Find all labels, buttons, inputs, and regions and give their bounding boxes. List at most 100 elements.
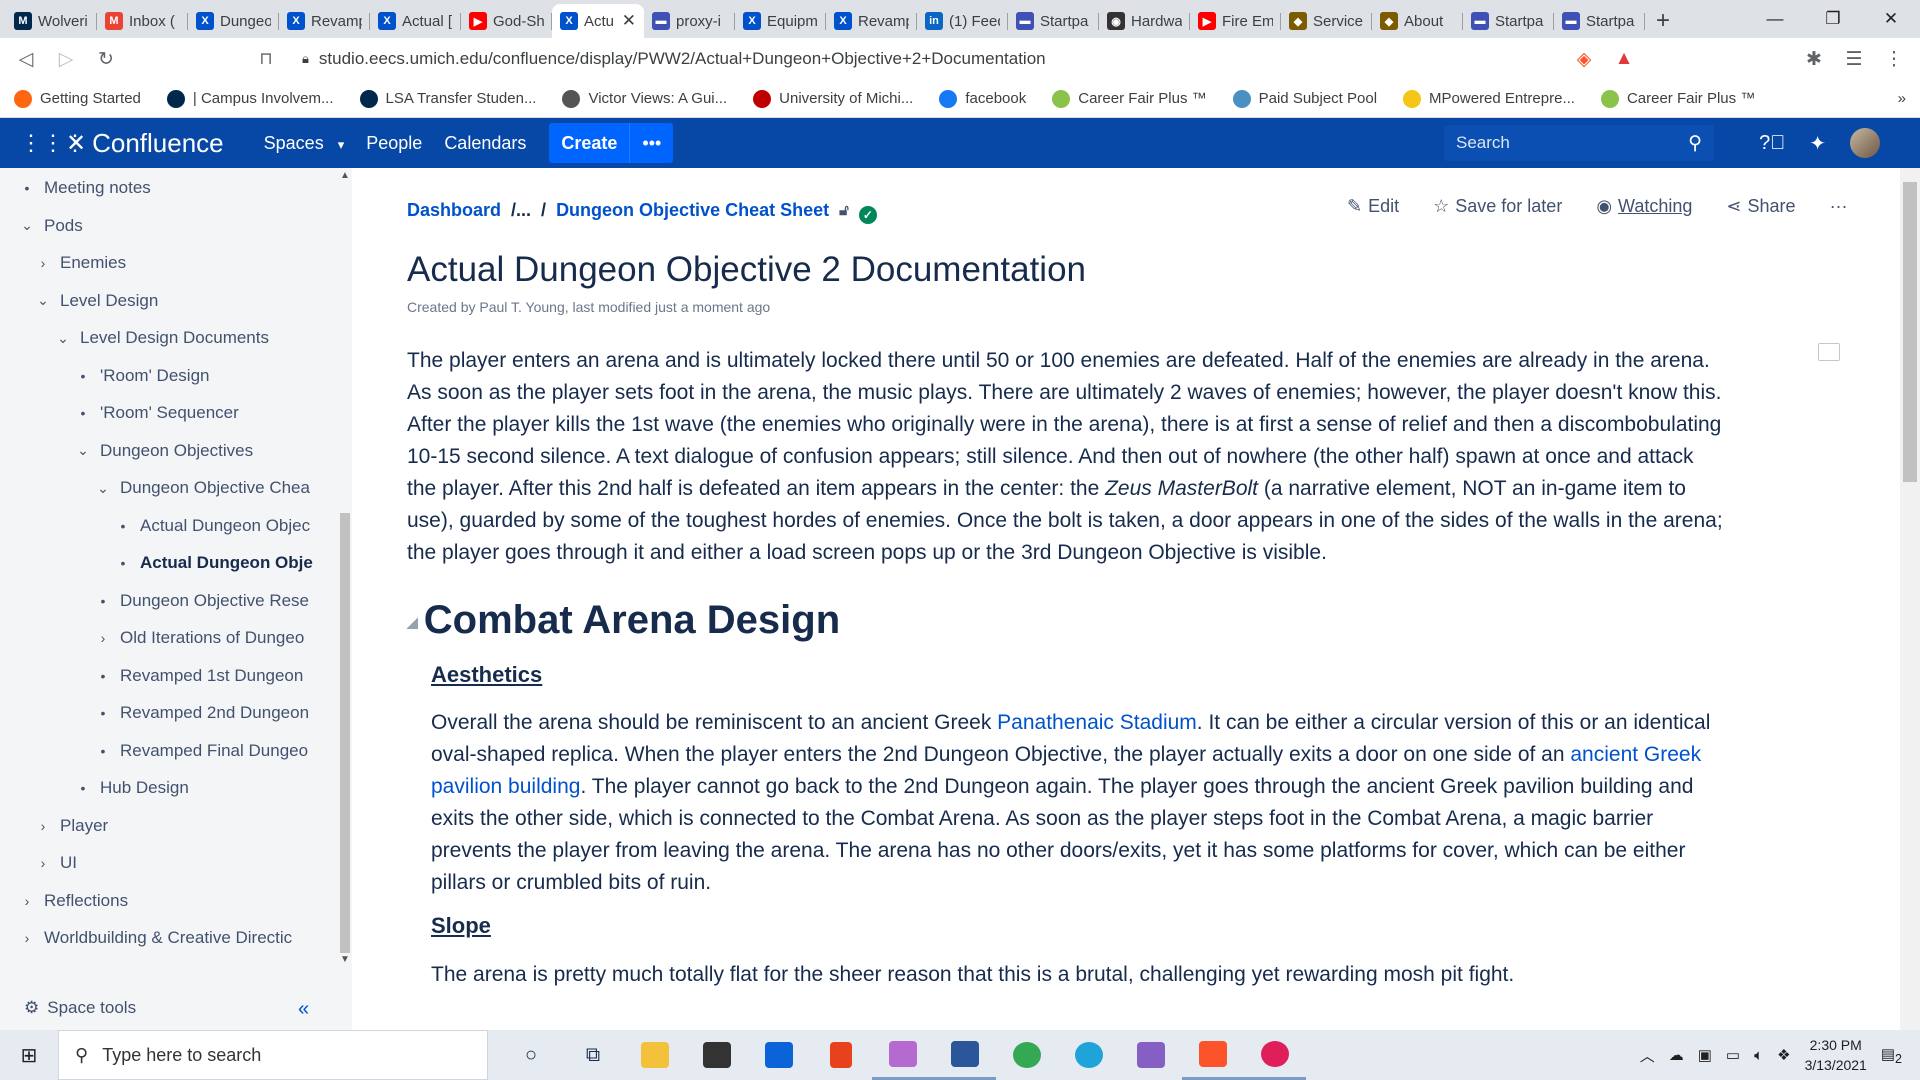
mail-icon[interactable] bbox=[748, 1030, 810, 1080]
chevron-down-icon[interactable]: ⌄ bbox=[18, 217, 36, 234]
create-button[interactable]: Create bbox=[549, 133, 629, 154]
chevron-right-icon[interactable]: › bbox=[18, 893, 36, 909]
notifications-icon[interactable]: ✦ bbox=[1809, 131, 1826, 156]
browser-tab[interactable]: X Equipm bbox=[735, 4, 826, 38]
more-actions-icon[interactable]: ··· bbox=[1830, 196, 1848, 217]
space-tools-button[interactable]: ⚙ Space tools bbox=[24, 998, 136, 1018]
sidebar-scroll-thumb[interactable] bbox=[340, 513, 350, 953]
store-icon[interactable] bbox=[686, 1030, 748, 1080]
breadcrumb-parent[interactable]: Dungeon Objective Cheat Sheet bbox=[556, 200, 829, 221]
help-icon[interactable]: ?⃝ bbox=[1759, 132, 1785, 155]
chevron-down-icon[interactable]: ⌄ bbox=[74, 442, 92, 459]
bookmark-icon[interactable]: ⊓ bbox=[250, 43, 282, 75]
nav-spaces[interactable]: Spaces ▾ bbox=[246, 127, 354, 160]
sidebar-item[interactable]: • Hub Design bbox=[74, 773, 317, 803]
sidebar-item[interactable]: › Reflections bbox=[18, 886, 317, 916]
sidebar-scrollbar[interactable]: ▲ ▼ bbox=[338, 168, 352, 968]
bookmark-item[interactable]: University of Michi... bbox=[753, 89, 913, 108]
bookmark-item[interactable]: Victor Views: A Gui... bbox=[562, 89, 727, 108]
sidebar-item[interactable]: • Meeting notes bbox=[18, 173, 317, 203]
browser-tab[interactable]: ▬ Startpa bbox=[1463, 4, 1554, 38]
share-button[interactable]: ⋖ Share bbox=[1726, 196, 1795, 217]
onedrive-icon[interactable]: ☁ bbox=[1669, 1046, 1684, 1064]
notifications-center-icon[interactable]: ▤2 bbox=[1881, 1045, 1902, 1066]
browser-tab[interactable]: ▬ Startpa bbox=[1008, 4, 1099, 38]
save-for-later-button[interactable]: ☆ Save for later bbox=[1433, 196, 1562, 217]
dropbox-icon[interactable]: ❖ bbox=[1777, 1046, 1790, 1064]
panathenaic-stadium-link[interactable]: Panathenaic Stadium bbox=[997, 711, 1197, 734]
show-hidden-icons-icon[interactable]: ︿ bbox=[1640, 1045, 1655, 1066]
browser-tab[interactable]: ▶ Fire Em bbox=[1190, 4, 1281, 38]
battery-icon[interactable]: ▭ bbox=[1726, 1046, 1740, 1064]
browser-tab[interactable]: X Actu ✕ bbox=[552, 4, 644, 38]
chevron-right-icon[interactable]: › bbox=[34, 255, 52, 271]
sidebar-item[interactable]: › UI bbox=[34, 848, 317, 878]
unlock-icon[interactable]: 🔓︎ bbox=[839, 202, 849, 219]
back-icon[interactable]: ◁ bbox=[10, 43, 42, 75]
sidebar-item[interactable]: • Revamped 2nd Dungeon bbox=[94, 698, 317, 728]
sidebar-item[interactable]: • Dungeon Objective Rese bbox=[94, 586, 317, 616]
chevron-right-icon[interactable]: › bbox=[94, 630, 112, 646]
search-input[interactable]: Search ⚲ bbox=[1444, 125, 1714, 161]
table-of-contents-icon[interactable] bbox=[1818, 343, 1840, 361]
brave-rewards-icon[interactable]: ▲ bbox=[1608, 43, 1640, 75]
browser-tab[interactable]: X Dungeo bbox=[188, 4, 279, 38]
sidebar-item[interactable]: › Worldbuilding & Creative Directic bbox=[18, 923, 317, 953]
sidebar-item[interactable]: ⌄ Level Design bbox=[34, 286, 317, 316]
visual-studio-icon[interactable] bbox=[1120, 1030, 1182, 1080]
cortana-icon[interactable]: ○ bbox=[500, 1030, 562, 1080]
bookmarks-overflow-icon[interactable]: » bbox=[1898, 90, 1906, 107]
browser-tab[interactable]: X Revamp bbox=[826, 4, 917, 38]
taskbar-search-input[interactable]: ⚲ Type here to search bbox=[58, 1030, 488, 1080]
sidebar-item[interactable]: • Actual Dungeon Obje bbox=[114, 548, 317, 578]
browser-tab[interactable]: ▬ Startpa bbox=[1554, 4, 1645, 38]
chevron-down-icon[interactable]: ⌄ bbox=[34, 292, 52, 309]
browser-tab[interactable]: ◆ Service bbox=[1281, 4, 1372, 38]
scroll-down-icon[interactable]: ▼ bbox=[340, 954, 350, 965]
bookmark-item[interactable]: LSA Transfer Studen... bbox=[359, 89, 536, 108]
sidebar-item[interactable]: • Revamped 1st Dungeon bbox=[94, 661, 317, 691]
windows-start-icon[interactable]: ⊞ bbox=[0, 1030, 58, 1080]
scroll-up-icon[interactable]: ▲ bbox=[340, 170, 350, 181]
breadcrumb-dashboard[interactable]: Dashboard bbox=[407, 200, 501, 221]
edge-icon[interactable] bbox=[1058, 1030, 1120, 1080]
chrome-icon[interactable] bbox=[996, 1030, 1058, 1080]
browser-tab[interactable]: in (1) Feed bbox=[917, 4, 1008, 38]
edit-button[interactable]: ✎ Edit bbox=[1347, 196, 1399, 217]
collapse-sidebar-icon[interactable]: « bbox=[298, 998, 309, 1021]
extensions-icon[interactable]: ✱ bbox=[1798, 43, 1830, 75]
bookmark-item[interactable]: facebook bbox=[939, 89, 1026, 108]
sidebar-item[interactable]: ⌄ Dungeon Objectives bbox=[74, 436, 317, 466]
menu-icon[interactable]: ⋮ bbox=[1878, 43, 1910, 75]
task-view-icon[interactable]: ⧉ bbox=[562, 1030, 624, 1080]
app-switcher-icon[interactable]: ⋮⋮⋮ bbox=[20, 130, 86, 156]
browser-tab[interactable]: ▬ proxy-i bbox=[644, 4, 735, 38]
browser-tab[interactable]: ◆ About bbox=[1372, 4, 1463, 38]
sidebar-item[interactable]: › Old Iterations of Dungeo bbox=[94, 623, 317, 653]
sidebar-item[interactable]: ⌄ Pods bbox=[18, 211, 317, 241]
nav-people[interactable]: People bbox=[357, 127, 431, 160]
sidebar-item[interactable]: • Revamped Final Dungeo bbox=[94, 736, 317, 766]
sidebar-item[interactable]: › Player bbox=[34, 811, 317, 841]
sidebar-item[interactable]: › Enemies bbox=[34, 248, 317, 278]
browser-tab[interactable]: M Wolveri bbox=[6, 4, 97, 38]
bookmark-item[interactable]: Paid Subject Pool bbox=[1232, 89, 1377, 108]
sidebar-item[interactable]: ⌄ Level Design Documents bbox=[54, 323, 317, 353]
office-icon[interactable] bbox=[810, 1030, 872, 1080]
sidebar-item[interactable]: ⌄ Dungeon Objective Chea bbox=[94, 473, 317, 503]
snip-tool-icon[interactable] bbox=[872, 1030, 934, 1080]
browser-tab[interactable]: ◉ Hardwa bbox=[1099, 4, 1190, 38]
file-explorer-icon[interactable] bbox=[624, 1030, 686, 1080]
sidebar-item[interactable]: • Actual Dungeon Objec bbox=[114, 511, 317, 541]
chevron-right-icon[interactable]: › bbox=[34, 855, 52, 871]
url-field[interactable]: 🔒︎ studio.eecs.umich.edu/confluence/disp… bbox=[290, 43, 1560, 75]
chevron-down-icon[interactable]: ⌄ bbox=[54, 330, 72, 347]
browser-tab[interactable]: X Revamp bbox=[279, 4, 370, 38]
minimize-icon[interactable]: — bbox=[1746, 0, 1804, 38]
confluence-logo[interactable]: ✕ Confluence bbox=[66, 128, 224, 159]
breadcrumb-ellipsis[interactable]: /... bbox=[511, 200, 531, 221]
new-tab-button[interactable]: + bbox=[1645, 4, 1681, 38]
restore-icon[interactable]: ❐ bbox=[1804, 0, 1862, 38]
create-more-icon[interactable]: ••• bbox=[629, 123, 673, 163]
page-scrollbar[interactable] bbox=[1900, 168, 1920, 1030]
